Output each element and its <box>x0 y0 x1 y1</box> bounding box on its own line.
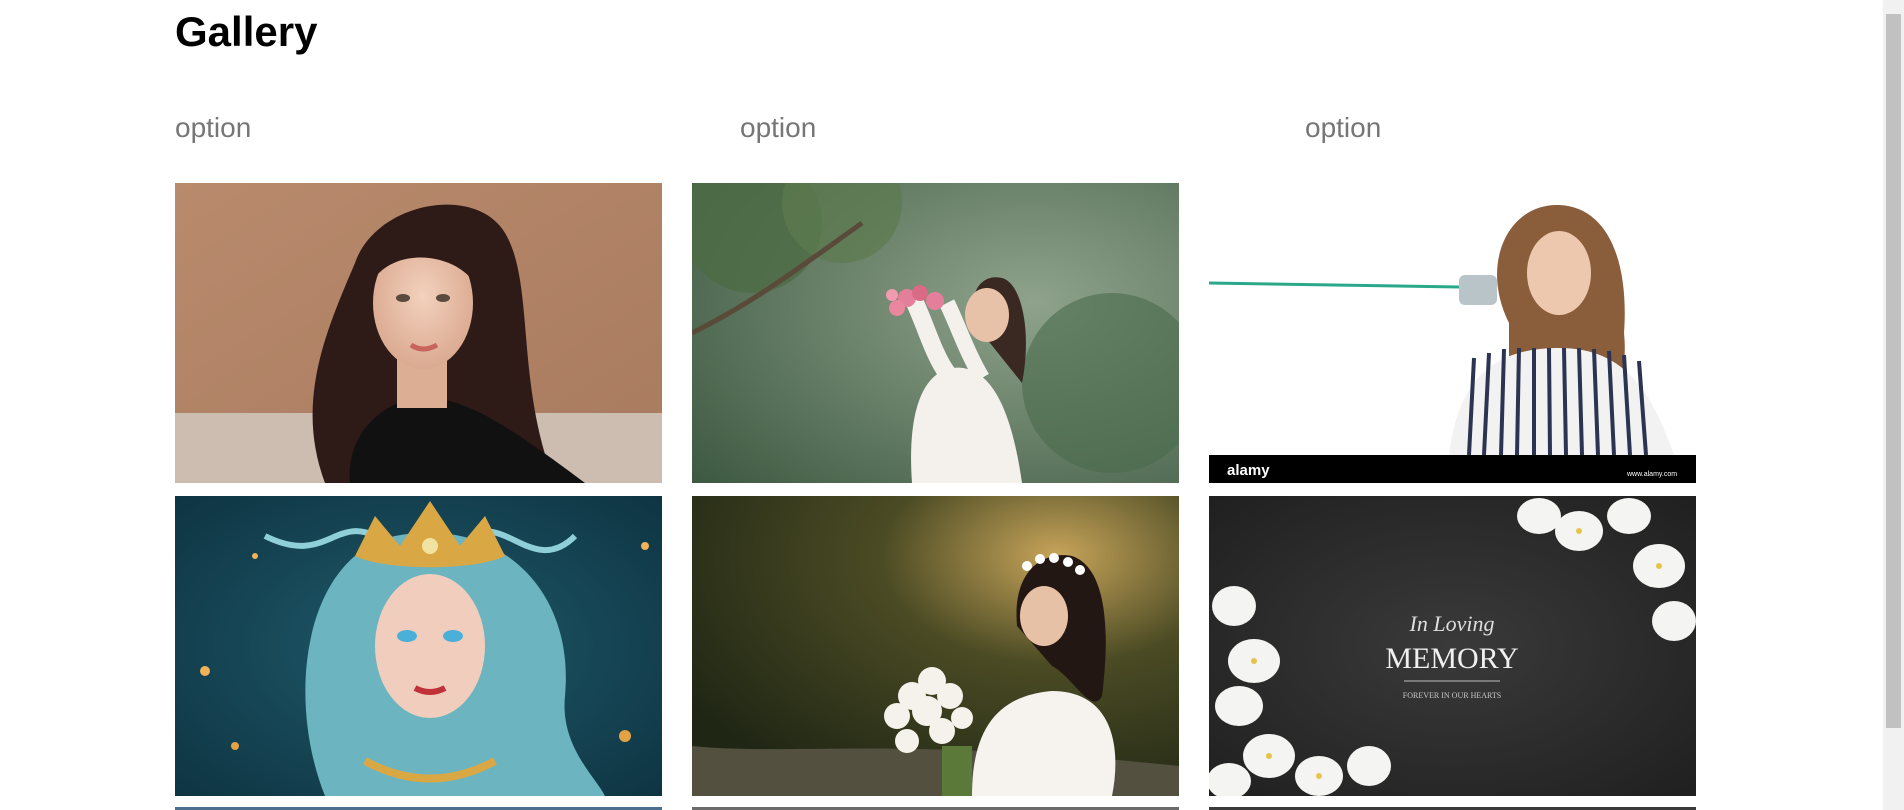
gallery-page: Gallery option option option alamy www.a… <box>0 0 1904 810</box>
gallery-image-woman-flowers[interactable] <box>692 183 1179 483</box>
fantasy-crown-image <box>175 496 662 796</box>
gallery-image-flower-crown[interactable] <box>692 496 1179 796</box>
option-link-2[interactable]: option <box>740 106 816 150</box>
scrollbar-thumb[interactable] <box>1886 14 1901 728</box>
woman-flowers-image <box>692 183 1179 483</box>
option-link-3[interactable]: option <box>1305 106 1381 150</box>
memorial-heading-text: MEMORY <box>1385 642 1518 675</box>
memorial-script-text: In Loving <box>1409 611 1495 636</box>
gallery-image-portrait-woman[interactable] <box>175 183 662 483</box>
alamy-watermark: alamy <box>1227 462 1270 479</box>
memorial-sub-text: FOREVER IN OUR HEARTS <box>1403 691 1501 700</box>
girl-tin-can-image: alamy www.alamy.com <box>1209 183 1696 483</box>
gallery-image-girl-tin-can[interactable]: alamy www.alamy.com <box>1209 183 1696 483</box>
memorial-image: In Loving MEMORY FOREVER IN OUR HEARTS <box>1209 496 1696 796</box>
flower-crown-image <box>692 496 1179 796</box>
gallery-grid: alamy www.alamy.com In Loving MEMORY FOR… <box>175 183 1696 796</box>
gallery-image-fantasy-crown[interactable] <box>175 496 662 796</box>
portrait-woman-image <box>175 183 662 483</box>
page-title: Gallery <box>175 8 318 55</box>
option-link-1[interactable]: option <box>175 106 251 150</box>
vertical-scrollbar[interactable] <box>1883 0 1904 810</box>
gallery-image-memorial[interactable]: In Loving MEMORY FOREVER IN OUR HEARTS <box>1209 496 1696 796</box>
alamy-url: www.alamy.com <box>1626 471 1677 478</box>
